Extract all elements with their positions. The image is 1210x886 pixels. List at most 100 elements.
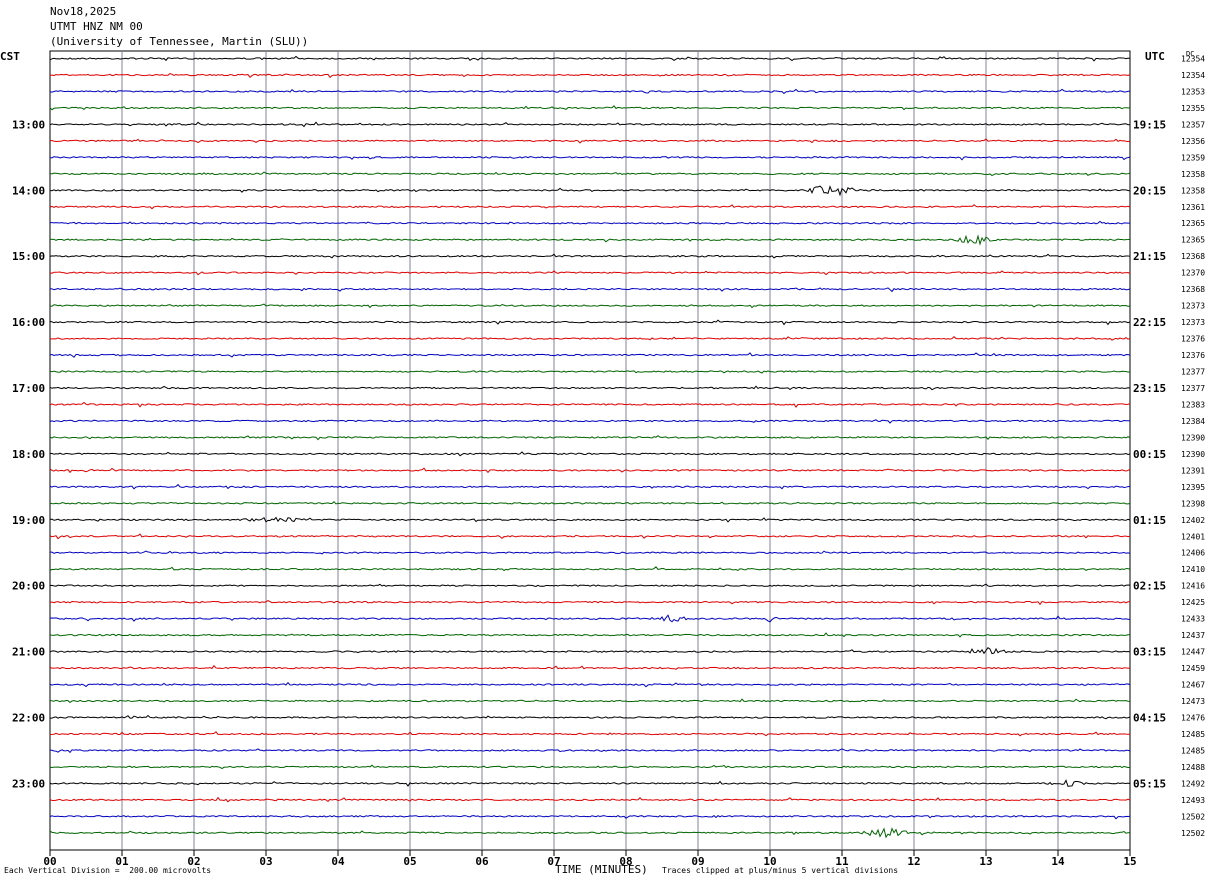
trace-29 [49,533,1131,540]
left-hour-label: 13:00 [12,118,45,131]
left-hour-label: 22:00 [12,711,45,724]
dc-offset-label: 12365 [1181,236,1205,245]
dc-offset-label: 12402 [1181,516,1205,525]
x-tick-label: 04 [331,855,345,868]
trace-21 [49,401,1131,408]
dc-offset-label: 12353 [1181,87,1205,96]
right-hour-label: 05:15 [1133,777,1166,790]
dc-offset-label: 12368 [1181,252,1205,261]
trace-15 [49,303,1131,309]
trace-11 [49,234,1131,246]
trace-1 [49,73,1131,79]
dc-offset-label: 12476 [1181,713,1205,722]
left-hour-label: 16:00 [12,316,45,329]
x-tick-label: 05 [403,855,416,868]
right-hour-label: 21:15 [1133,250,1166,263]
dc-offset-label: 12356 [1181,137,1205,146]
dc-offset-label: 12370 [1181,269,1205,278]
dc-offset-label: 12357 [1181,120,1205,129]
trace-25 [49,467,1131,474]
trace-24 [49,451,1131,457]
dc-offset-label: 12377 [1181,384,1205,393]
trace-19 [49,370,1131,374]
left-hour-label: 18:00 [12,448,45,461]
left-hour-label: 21:00 [12,646,45,659]
dc-offset-label: 12401 [1181,532,1205,541]
trace-42 [49,748,1131,754]
dc-offset-label: 12433 [1181,615,1205,624]
dc-offset-label: 12376 [1181,351,1205,360]
dc-offset-label: 12447 [1181,648,1205,657]
dc-offset-label: 12368 [1181,285,1205,294]
trace-4 [49,121,1131,128]
seismogram-plot: 12354 12354 12353 12355 12357 12356 12359 12358… [12,50,1205,868]
trace-33 [49,600,1131,606]
right-hour-label: 20:15 [1133,184,1166,197]
dc-offset-label: 12373 [1181,318,1205,327]
dc-offset-label: 12406 [1181,549,1205,558]
dc-offset-label: 12410 [1181,565,1205,574]
dc-offset-label: 12390 [1181,433,1205,442]
right-hour-label: 00:15 [1133,448,1166,461]
dc-offset-label: 12390 [1181,450,1205,459]
trace-44 [49,779,1131,787]
dc-offset-label: 12492 [1181,779,1205,788]
dc-offset-label: 12485 [1181,746,1205,755]
right-hour-label: 03:15 [1133,646,1166,659]
trace-14 [49,287,1131,293]
right-hour-label: 19:15 [1133,118,1166,131]
dc-offset-label: 12377 [1181,368,1205,377]
clip-note: Traces clipped at plus/minus 5 vertical … [662,866,899,875]
trace-38 [49,681,1131,688]
x-tick-label: 13 [979,855,992,868]
trace-27 [49,501,1131,505]
dc-offset-label: 12502 [1181,812,1205,821]
x-tick-label: 14 [1051,855,1065,868]
trace-18 [49,352,1131,358]
dc-offset-label: 12354 [1181,55,1205,64]
dc-offset-label: 12485 [1181,730,1205,739]
right-hour-label: 22:15 [1133,316,1166,329]
trace-20 [49,385,1131,391]
scale-note: Each Vertical Division = 200.00 microvol… [4,866,212,875]
left-hour-label: 20:00 [12,580,45,593]
trace-28 [49,516,1131,523]
trace-10 [49,220,1131,225]
dc-offset-label: 12376 [1181,335,1205,344]
x-axis-label: TIME (MINUTES) [555,863,648,876]
trace-31 [49,566,1131,572]
dc-offset-label: 12473 [1181,697,1205,706]
x-tick-label: 15 [1123,855,1136,868]
right-hour-label: 02:15 [1133,580,1166,593]
dc-offset-label: 12365 [1181,219,1205,228]
dc-offset-label: 12359 [1181,153,1205,162]
dc-offset-label: 12354 [1181,71,1205,80]
dc-offset-label: 12425 [1181,598,1205,607]
dc-offset-label: 12355 [1181,104,1205,113]
trace-45 [49,796,1131,803]
trace-6 [49,155,1131,161]
trace-2 [49,88,1131,95]
trace-8 [49,185,1131,197]
trace-13 [49,270,1131,276]
trace-22 [49,419,1131,424]
trace-36 [49,646,1131,655]
trace-0 [49,55,1131,62]
left-hour-label: 19:00 [12,514,45,527]
x-tick-label: 03 [259,855,272,868]
dc-offset-label: 12416 [1181,582,1205,591]
dc-offset-label: 12384 [1181,417,1205,426]
left-hour-label: 15:00 [12,250,45,263]
dc-offset-label: 12358 [1181,170,1205,179]
trace-3 [49,105,1131,111]
left-hour-label: 23:00 [12,777,45,790]
trace-39 [49,698,1131,704]
dc-offset-label: 12373 [1181,302,1205,311]
dc-offset-label: 12383 [1181,400,1205,409]
trace-17 [49,336,1131,341]
trace-43 [49,764,1131,770]
dc-offset-label: 12391 [1181,466,1205,475]
trace-5 [49,138,1131,144]
trace-9 [49,204,1131,210]
dc-offset-label: 12502 [1181,829,1205,838]
